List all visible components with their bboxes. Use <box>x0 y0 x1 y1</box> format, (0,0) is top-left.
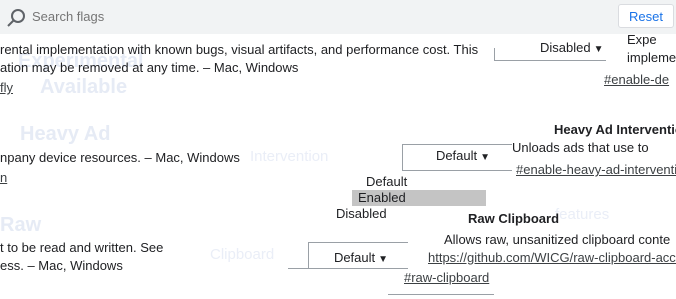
bg-ghost-text: Raw <box>0 214 42 236</box>
select-value: Default <box>333 250 376 265</box>
select-value: Disabled <box>540 40 591 55</box>
dropdown-option-enabled[interactable]: Enabled <box>352 190 486 206</box>
select-border <box>402 144 403 170</box>
flag-description: impleme <box>627 50 676 65</box>
search-icon <box>6 6 28 28</box>
reset-all-button[interactable]: Reset <box>618 4 674 28</box>
flag-link[interactable]: n <box>0 170 7 185</box>
select-border <box>308 242 408 243</box>
flag-state-select[interactable]: Default ▼ <box>428 146 498 166</box>
dropdown-option-default[interactable]: Default <box>366 174 446 190</box>
flag-description: ation may be removed at any time. – Mac,… <box>0 60 299 75</box>
select-border <box>308 242 309 268</box>
chevron-down-icon: ▼ <box>593 44 604 55</box>
select-underline <box>494 60 606 61</box>
flag-description: rental implementation with known bugs, v… <box>0 42 479 57</box>
flag-link[interactable]: fly <box>0 80 13 95</box>
flag-title: Raw Clipboard <box>468 211 560 226</box>
flag-title: Heavy Ad Interventio <box>554 122 676 137</box>
flag-link[interactable]: #enable-heavy-ad-interventi <box>516 162 676 177</box>
search-bar: Reset <box>0 0 676 34</box>
section-divider <box>388 294 494 295</box>
flag-link[interactable]: #enable-de <box>604 72 669 87</box>
select-value: Default <box>435 148 478 163</box>
select-border <box>494 48 495 60</box>
flag-description: ess. – Mac, Windows <box>0 258 123 273</box>
bg-ghost-text: Intervention <box>250 148 329 165</box>
flag-state-select[interactable]: Default ▼ <box>326 248 396 268</box>
bg-ghost-text: Heavy Ad <box>20 123 111 145</box>
search-input[interactable] <box>32 6 332 26</box>
chevron-down-icon: ▼ <box>378 254 389 265</box>
bg-ghost-text: features <box>555 206 610 223</box>
flag-link[interactable]: #raw-clipboard <box>404 270 489 285</box>
select-underline <box>288 268 408 269</box>
bg-ghost-text: Available <box>40 76 128 98</box>
flag-state-select[interactable]: Disabled ▼ <box>540 38 604 58</box>
flag-description: Expe <box>627 32 657 47</box>
flag-description: t to be read and written. See <box>0 240 164 255</box>
flag-description: Allows raw, unsanitized clipboard conte <box>444 232 671 247</box>
flag-description: Unloads ads that use to <box>512 140 649 155</box>
select-border <box>402 144 512 145</box>
dropdown-option-disabled[interactable]: Disabled <box>336 206 416 222</box>
bg-ghost-text: Clipboard <box>210 246 275 263</box>
select-underline <box>402 170 512 171</box>
chevron-down-icon: ▼ <box>480 152 491 163</box>
flag-description: npany device resources. – Mac, Windows <box>0 150 240 165</box>
flag-description-url[interactable]: https://github.com/WICG/raw-clipboard-ac… <box>428 250 676 265</box>
